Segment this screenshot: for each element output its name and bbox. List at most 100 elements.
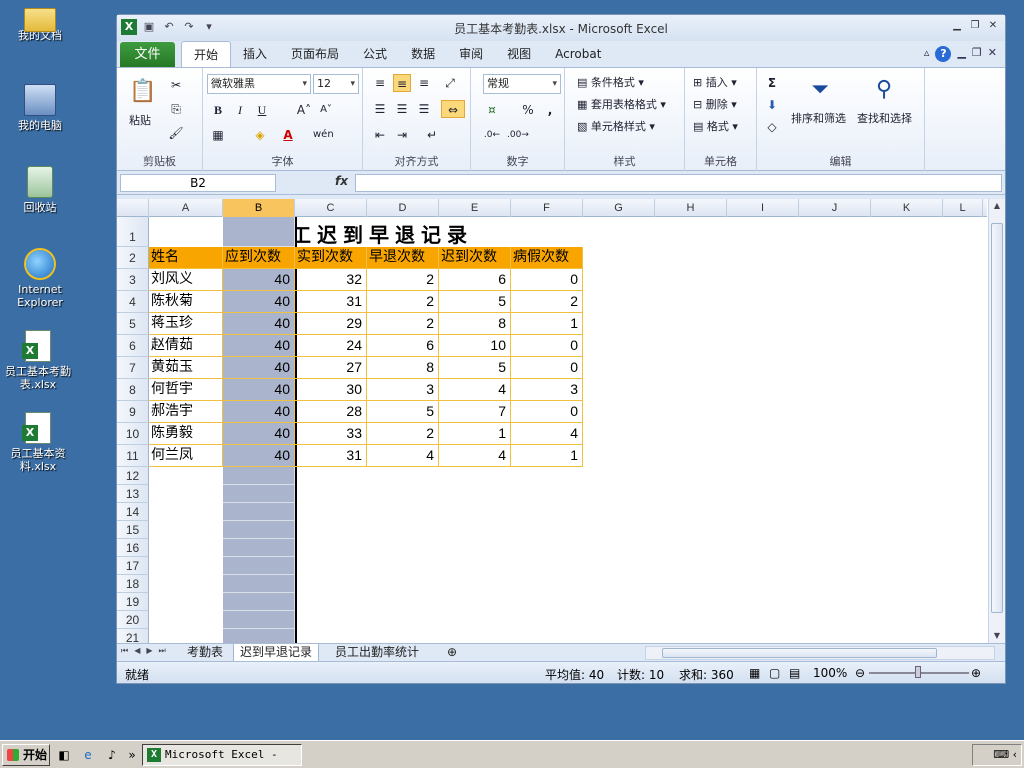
row-header[interactable]: 20 bbox=[117, 611, 149, 629]
table-cell[interactable]: 2 bbox=[511, 291, 583, 313]
format-painter-icon[interactable]: 🖌 bbox=[167, 124, 185, 142]
table-header-cell[interactable]: 病假次数 bbox=[511, 247, 583, 269]
doc-minimize-button[interactable]: ▁ bbox=[957, 46, 965, 62]
find-select-icon[interactable]: ⚲ bbox=[869, 74, 899, 106]
last-sheet-icon[interactable]: ⏭ bbox=[159, 646, 166, 656]
table-cell[interactable] bbox=[223, 503, 295, 521]
table-cell[interactable]: 2 bbox=[367, 423, 439, 445]
first-sheet-icon[interactable]: ⏮ bbox=[121, 646, 128, 656]
column-header-g[interactable]: G bbox=[583, 199, 655, 217]
table-cell[interactable]: 40 bbox=[223, 423, 295, 445]
font-color-icon[interactable]: A bbox=[279, 126, 297, 144]
normal-view-icon[interactable]: ▦ bbox=[749, 666, 760, 680]
minimize-button[interactable]: ▁ bbox=[949, 19, 965, 33]
column-header-e[interactable]: E bbox=[439, 199, 511, 217]
insert-sheet-icon[interactable]: ⊕ bbox=[441, 644, 463, 662]
zoom-slider-thumb[interactable] bbox=[915, 666, 921, 678]
table-cell[interactable]: 40 bbox=[223, 269, 295, 291]
name-box[interactable]: B2 bbox=[120, 174, 276, 192]
row-header[interactable]: 12 bbox=[117, 467, 149, 485]
underline-button[interactable]: U bbox=[253, 101, 271, 119]
select-all-corner[interactable] bbox=[117, 199, 149, 217]
table-cell[interactable] bbox=[223, 485, 295, 503]
minimize-ribbon-icon[interactable]: ▵ bbox=[924, 46, 930, 62]
row-header[interactable]: 4 bbox=[117, 291, 149, 313]
vertical-scrollbar[interactable]: ▲ ▼ bbox=[988, 199, 1005, 643]
table-cell[interactable]: 7 bbox=[439, 401, 511, 423]
table-cell[interactable] bbox=[223, 557, 295, 575]
table-header-cell[interactable]: 应到次数 bbox=[223, 247, 295, 269]
paste-icon[interactable]: 📋 bbox=[129, 76, 156, 108]
table-cell[interactable] bbox=[223, 629, 295, 643]
table-cell[interactable]: 31 bbox=[295, 291, 367, 313]
shrink-font-icon[interactable]: A˅ bbox=[317, 101, 335, 119]
sheet-tab-attendance-rate[interactable]: 员工出勤率统计 bbox=[329, 644, 425, 662]
show-desktop-icon[interactable]: ◧ bbox=[56, 747, 72, 763]
table-cell[interactable]: 40 bbox=[223, 313, 295, 335]
orientation-icon[interactable]: ⤢ bbox=[441, 74, 459, 92]
italic-button[interactable]: I bbox=[231, 101, 249, 119]
help-icon[interactable]: ? bbox=[935, 46, 952, 62]
insert-function-button[interactable]: fx bbox=[335, 174, 348, 188]
row-header[interactable]: 14 bbox=[117, 503, 149, 521]
row-header[interactable]: 7 bbox=[117, 357, 149, 379]
row-header[interactable]: 3 bbox=[117, 269, 149, 291]
align-top-icon[interactable]: ≡ bbox=[371, 74, 389, 92]
table-cell[interactable]: 0 bbox=[511, 269, 583, 291]
column-header-d[interactable]: D bbox=[367, 199, 439, 217]
table-cell[interactable]: 3 bbox=[367, 379, 439, 401]
column-header-k[interactable]: K bbox=[871, 199, 943, 217]
restore-button[interactable]: ❐ bbox=[967, 19, 983, 33]
column-header-l[interactable]: L bbox=[943, 199, 983, 217]
merge-center-icon[interactable]: ⇔ bbox=[441, 100, 465, 118]
table-cell[interactable]: 1 bbox=[511, 445, 583, 467]
table-cell[interactable]: 40 bbox=[223, 379, 295, 401]
table-cell[interactable]: 4 bbox=[367, 445, 439, 467]
column-header-c[interactable]: C bbox=[295, 199, 367, 217]
quicklaunch-more-icon[interactable]: » bbox=[124, 747, 140, 763]
row-header[interactable]: 16 bbox=[117, 539, 149, 557]
percent-button[interactable]: % bbox=[519, 101, 537, 119]
tab-acrobat[interactable]: Acrobat bbox=[543, 41, 613, 67]
table-cell[interactable]: 赵倩茹 bbox=[149, 335, 223, 357]
font-size-select[interactable]: 12 bbox=[313, 74, 359, 94]
close-button[interactable]: ✕ bbox=[985, 19, 1001, 33]
table-header-cell[interactable]: 实到次数 bbox=[295, 247, 367, 269]
row-header[interactable]: 15 bbox=[117, 521, 149, 539]
copy-icon[interactable]: ⎘ bbox=[167, 100, 185, 118]
column-header-a[interactable]: A bbox=[149, 199, 223, 217]
horizontal-scrollbar[interactable] bbox=[645, 646, 995, 660]
row-header[interactable]: 10 bbox=[117, 423, 149, 445]
table-cell[interactable]: 6 bbox=[367, 335, 439, 357]
format-cells-button[interactable]: ▤ 格式 ▾ bbox=[693, 118, 738, 134]
sheet-tab-late-early[interactable]: 迟到早退记录 bbox=[233, 644, 320, 662]
table-cell[interactable] bbox=[223, 217, 295, 247]
grow-font-icon[interactable]: A˄ bbox=[295, 101, 313, 119]
row-header[interactable]: 5 bbox=[117, 313, 149, 335]
scroll-up-icon[interactable]: ▲ bbox=[989, 199, 1005, 213]
table-cell[interactable]: 蒋玉珍 bbox=[149, 313, 223, 335]
table-cell[interactable]: 4 bbox=[439, 379, 511, 401]
align-middle-icon[interactable]: ≡ bbox=[393, 74, 411, 92]
table-cell[interactable]: 刘风义 bbox=[149, 269, 223, 291]
table-cell[interactable]: 郝浩宇 bbox=[149, 401, 223, 423]
column-header-i[interactable]: I bbox=[727, 199, 799, 217]
worksheet[interactable]: ABCDEFGHIJKL 员工迟到早退记录 ▲ ▼ 1 2 3 4 5 6 7 8 9 10 11 1… bbox=[117, 199, 1005, 643]
sheet-tab-attendance[interactable]: 考勤表 bbox=[181, 644, 229, 662]
tab-review[interactable]: 审阅 bbox=[447, 41, 495, 67]
table-cell[interactable]: 5 bbox=[439, 291, 511, 313]
table-cell[interactable]: 2 bbox=[367, 313, 439, 335]
desktop-icon-my-documents[interactable]: 我的文档 bbox=[2, 2, 78, 42]
table-cell[interactable]: 31 bbox=[295, 445, 367, 467]
table-cell[interactable] bbox=[223, 521, 295, 539]
table-cell[interactable]: 40 bbox=[223, 357, 295, 379]
table-header-cell[interactable]: 迟到次数 bbox=[439, 247, 511, 269]
border-icon[interactable]: ▦ bbox=[209, 126, 227, 144]
increase-decimal-icon[interactable]: .0← bbox=[483, 126, 501, 144]
decrease-decimal-icon[interactable]: .00→ bbox=[507, 126, 529, 144]
column-header-h[interactable]: H bbox=[655, 199, 727, 217]
table-cell[interactable] bbox=[223, 593, 295, 611]
fill-color-icon[interactable]: ◈ bbox=[251, 126, 269, 144]
align-right-icon[interactable]: ☰ bbox=[415, 100, 433, 118]
tab-formulas[interactable]: 公式 bbox=[351, 41, 399, 67]
